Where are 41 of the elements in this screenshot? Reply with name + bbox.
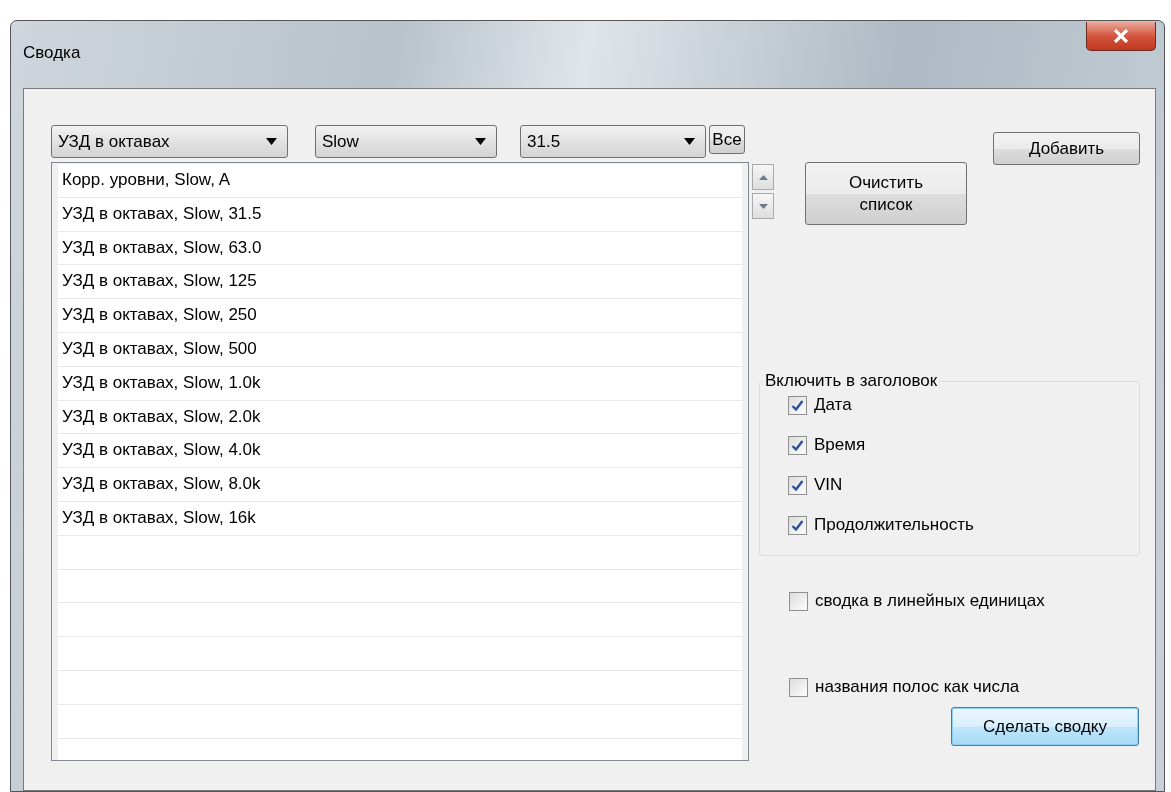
dropdown[interactable]: УЗД в октавах [51,125,288,158]
list-item[interactable]: УЗД в октавах, Slow, 1.0k [62,371,261,394]
group-title: Включить в заголовок [764,371,939,391]
add-button[interactable]: Добавить [993,132,1140,165]
list-item[interactable]: УЗД в октавах, Slow, 16k [62,506,256,529]
checkbox[interactable] [788,395,807,415]
checkbox[interactable] [788,435,807,455]
make-summary-button[interactable]: Сделать сводку [951,707,1139,746]
dropdown[interactable]: 31.5 [520,125,706,158]
caret-icon [684,138,695,145]
list-item[interactable]: УЗД в октавах, Slow, 500 [62,338,257,360]
checkbox[interactable] [789,591,808,611]
clear-list-button[interactable]: Очистить список [805,162,967,225]
checkbox[interactable] [788,475,807,495]
list-item[interactable]: УЗД в октавах, Slow, 4.0k [62,439,261,462]
move-up-button[interactable] [752,164,774,190]
list-item[interactable]: УЗД в октавах, Slow, 250 [62,304,257,327]
close-icon [1113,29,1129,43]
all-button[interactable]: Все [709,125,745,154]
dropdown[interactable]: Slow [315,125,497,158]
list-item[interactable]: УЗД в октавах, Slow, 63.0 [62,236,262,259]
list-item[interactable]: УЗД в октавах, Slow, 31.5 [62,202,262,225]
checkbox-label: сводка в линейных единицах [815,591,1045,611]
checkbox-label: Время [814,435,866,455]
checkbox-label: Продолжительность [814,515,974,535]
down-arrow-icon [758,203,768,209]
list-item[interactable]: Корр. уровни, Slow, A [62,169,231,191]
checkbox[interactable] [789,677,808,697]
checkbox-label: Дата [814,395,852,415]
checkbox-label: VIN [814,475,843,495]
up-arrow-icon [758,174,768,180]
caret-icon [266,138,277,145]
list-item[interactable]: УЗД в октавах, Slow, 125 [62,270,257,293]
checkbox[interactable] [788,515,807,535]
list-item[interactable]: УЗД в октавах, Slow, 8.0k [62,473,261,496]
close-button[interactable] [1086,22,1156,51]
checkbox-label: названия полос как числа [815,677,1020,697]
move-down-button[interactable] [752,193,774,219]
list-item[interactable]: УЗД в октавах, Slow, 2.0k [62,405,261,428]
caret-icon [475,138,486,145]
window-title: Сводка [23,43,81,63]
